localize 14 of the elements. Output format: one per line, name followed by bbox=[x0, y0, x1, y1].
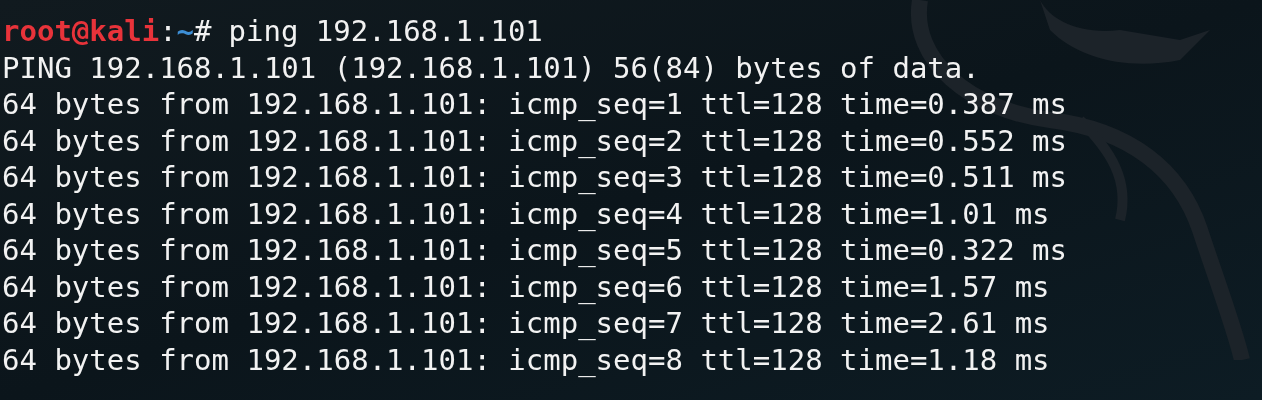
output-line: 64 bytes from 192.168.1.101: icmp_seq=4 ttl=128 time=1.01 ms bbox=[2, 196, 1050, 231]
output-line: 64 bytes from 192.168.1.101: icmp_seq=2 ttl=128 time=0.552 ms bbox=[2, 123, 1068, 158]
output-line: 64 bytes from 192.168.1.101: icmp_seq=7 ttl=128 time=2.61 ms bbox=[2, 306, 1050, 340]
output-line: PING 192.168.1.101 (192.168.1.101) 56(84) bytes of data. bbox=[2, 50, 980, 85]
prompt-path: ~ bbox=[176, 13, 195, 50]
prompt-symbol: # bbox=[194, 13, 212, 50]
command-text: ping 192.168.1.101 bbox=[228, 13, 543, 50]
prompt-user: root@kali bbox=[2, 13, 160, 50]
output-line: 64 bytes from 192.168.1.101: icmp_seq=8 ttl=128 time=1.18 ms bbox=[2, 342, 1050, 377]
output-line: 64 bytes from 192.168.1.101: icmp_seq=6 ttl=128 time=1.57 ms bbox=[2, 269, 1050, 304]
output-line: 64 bytes from 192.168.1.101: icmp_seq=5 ttl=128 time=0.322 ms bbox=[2, 233, 1068, 267]
output-line: 64 bytes from 192.168.1.101: icmp_seq=3 ttl=128 time=0.511 ms bbox=[2, 160, 1068, 194]
prompt-separator: : bbox=[159, 13, 177, 50]
output-line: 64 bytes from 192.168.1.101: icmp_seq=1 ttl=128 time=0.387 ms bbox=[2, 87, 1068, 121]
